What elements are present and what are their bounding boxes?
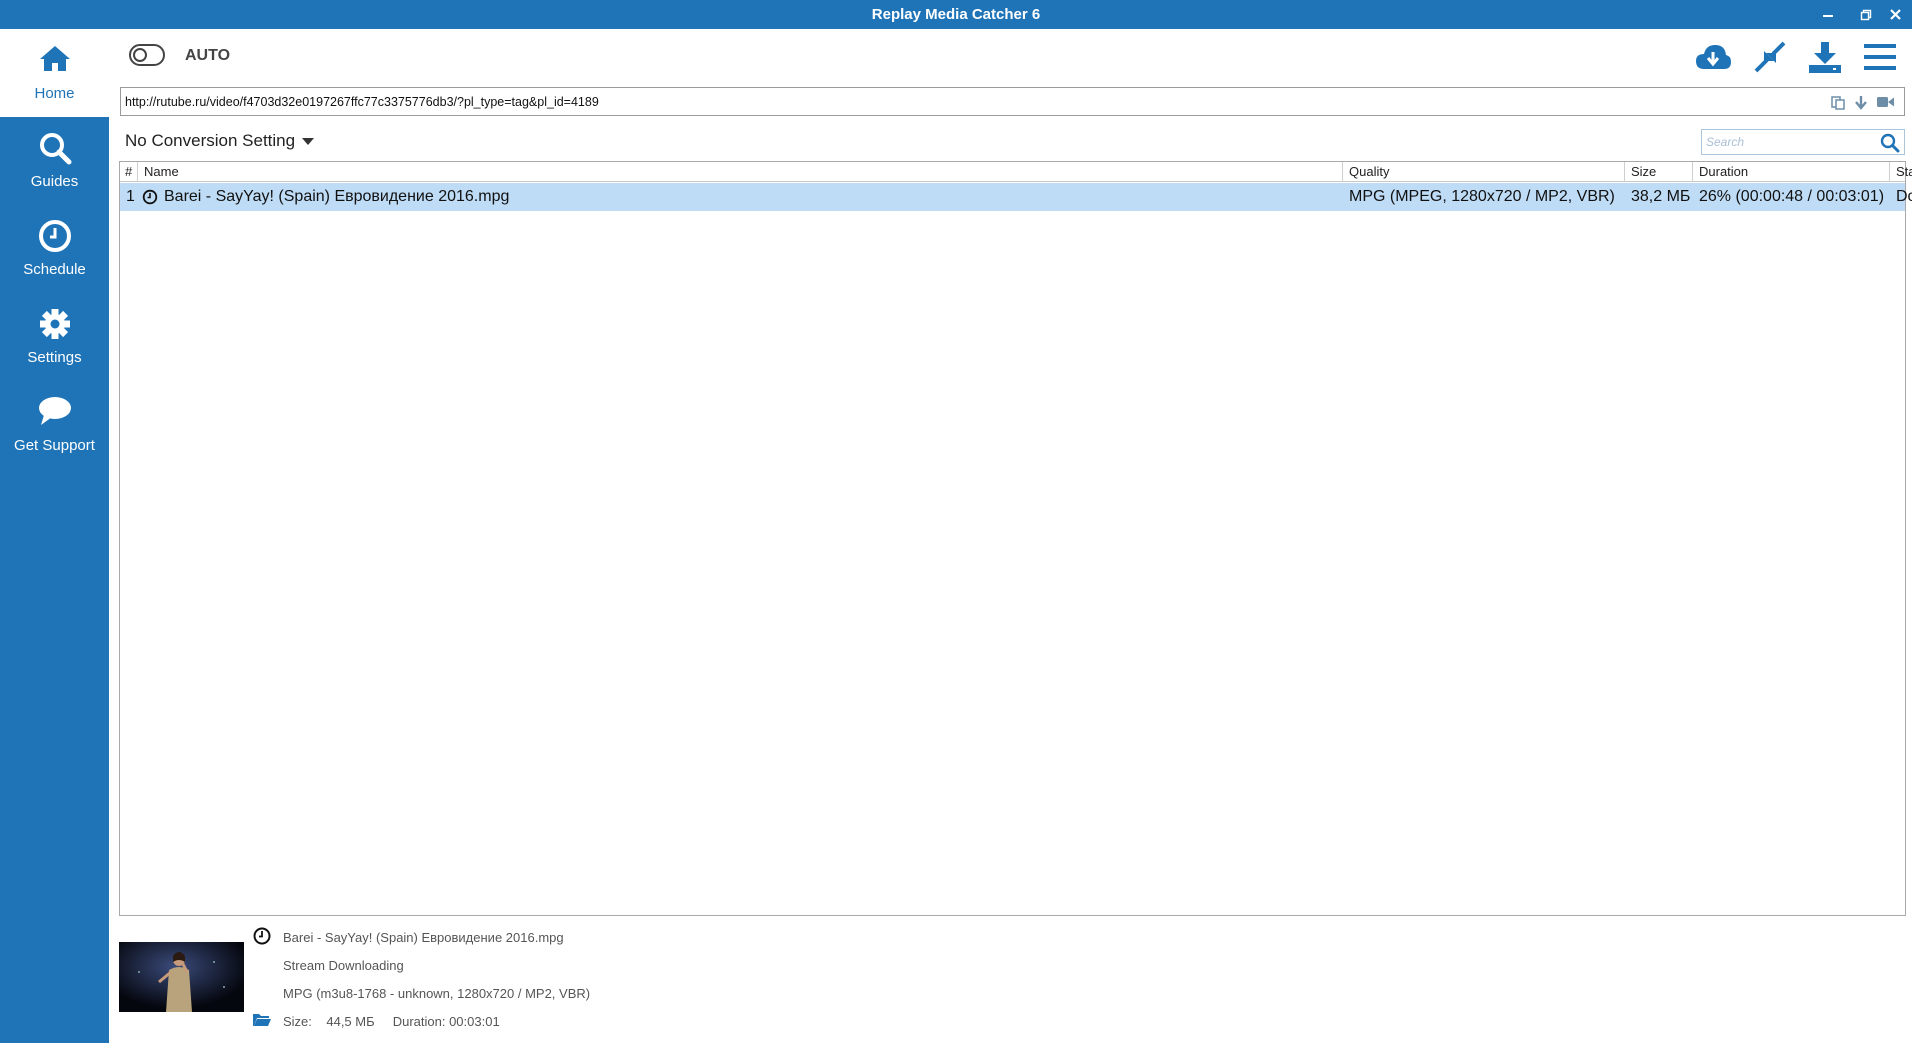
details-size-row: Size: 44,5 МБ Duration: 00:03:01 [283,1014,500,1029]
clock-icon [38,220,71,252]
conversion-setting-label: No Conversion Setting [125,131,296,150]
sidebar-item-label: Get Support [14,437,95,454]
menu-button[interactable] [1859,37,1901,77]
minimize-icon [1823,14,1833,17]
table-row[interactable]: 1 Barei - SayYay! (Spain) Евровидение 20… [120,183,1912,211]
column-header-number[interactable]: # [120,162,138,182]
open-folder-icon[interactable] [252,1009,272,1029]
chat-bubble-icon [38,397,71,425]
close-button[interactable] [1878,0,1912,29]
column-header-size[interactable]: Size [1625,162,1693,182]
video-thumbnail[interactable] [119,942,244,1012]
caret-down-icon [302,137,315,145]
search-icon[interactable] [1880,133,1900,153]
search-icon [39,133,71,165]
url-input[interactable] [125,88,1725,115]
column-header-status[interactable]: Status [1890,162,1912,182]
toolbar: AUTO [109,29,1912,85]
downloads-table: # Name Quality Size Duration Status 1 Ba… [119,161,1912,916]
thumbnail-image [119,942,244,1012]
row-size: 38,2 МБ [1631,188,1691,205]
duration-label: Duration: [392,1014,446,1029]
arrow-down-icon [1855,95,1867,110]
sidebar-item-schedule[interactable]: Schedule [0,205,109,293]
details-filename: Barei - SayYay! (Spain) Евровидение 2016… [283,930,564,945]
minimize-button[interactable] [1808,0,1848,29]
title-bar: Replay Media Catcher 6 [0,0,1912,29]
sidebar-item-settings[interactable]: Settings [0,293,109,381]
row-duration: 26% (00:00:48 / 00:03:01) [1699,188,1885,205]
conversion-setting-dropdown[interactable]: No Conversion Setting [125,131,315,151]
paste-icon [1831,95,1845,110]
sidebar-item-home[interactable]: Home [0,29,109,117]
hamburger-menu-icon [1864,44,1896,70]
sidebar-item-get-support[interactable]: Get Support [0,381,109,469]
table-header: # Name Quality Size Duration Status [120,162,1912,182]
home-icon [39,46,70,71]
size-label: Size: [283,1014,312,1029]
sidebar-item-label: Guides [30,173,79,190]
column-header-quality[interactable]: Quality [1343,162,1625,182]
row-number: 1 [126,188,135,205]
details-state: Stream Downloading [283,958,404,973]
sidebar-item-label: Schedule [23,261,86,278]
record-video-button[interactable] [1876,93,1894,111]
row-quality: MPG (MPEG, 1280x720 / MP2, VBR) [1349,188,1615,205]
download-tray-button[interactable] [1804,37,1846,77]
sidebar-item-label: Settings [27,349,82,366]
details-panel: Barei - SayYay! (Spain) Евровидение 2016… [109,916,1912,1043]
duration-value: 00:03:01 [449,1014,500,1029]
url-bar [120,87,1905,116]
search-box [1701,129,1905,155]
row-status: Downloading [1896,188,1912,205]
column-header-name[interactable]: Name [138,162,1343,182]
auto-toggle[interactable] [129,44,165,66]
details-format: MPG (m3u8-1768 - unknown, 1280x720 / MP2… [283,986,591,1001]
cloud-download-icon [1696,45,1731,69]
sidebar: Home Guides Schedule Settings Get Suppor… [0,29,109,1043]
row-name: Barei - SayYay! (Spain) Евровидение 2016… [164,188,510,205]
compress-button[interactable] [1749,37,1791,77]
sidebar-item-guides[interactable]: Guides [0,117,109,205]
search-input[interactable] [1706,131,1876,153]
clock-icon [142,189,158,205]
auto-label: AUTO [185,47,231,64]
row-status-icon-cell [142,183,160,211]
gear-icon [39,309,70,339]
sidebar-item-label: Home [34,85,75,102]
cloud-download-button[interactable] [1692,37,1734,77]
video-camera-icon [1876,97,1894,107]
download-url-button[interactable] [1852,93,1870,111]
window-title: Replay Media Catcher 6 [871,6,1041,23]
download-tray-icon [1809,42,1841,73]
size-value: 44,5 МБ [326,1014,375,1029]
clock-icon [253,927,271,945]
toggle-knob [133,48,147,62]
compress-icon [1754,41,1786,73]
restore-icon [1860,9,1872,20]
close-icon [1889,9,1901,20]
column-header-duration[interactable]: Duration [1693,162,1890,182]
paste-url-button[interactable] [1829,93,1847,111]
